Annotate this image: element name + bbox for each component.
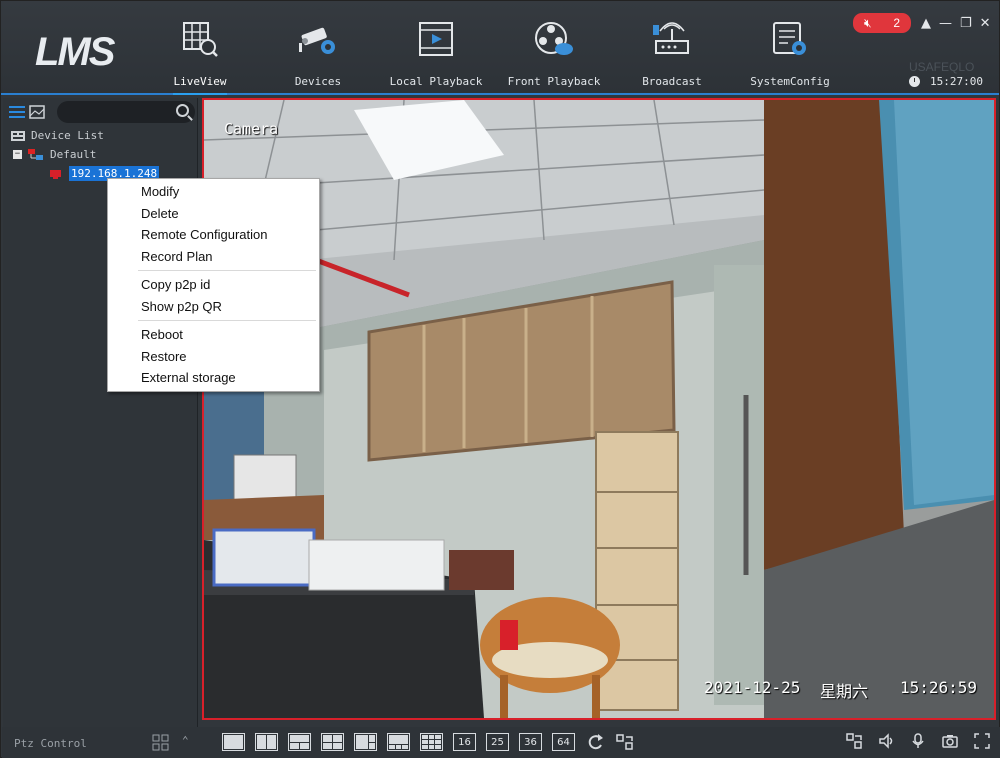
mute-icon: 🔇︎ [863, 15, 872, 30]
app-logo: LMS [35, 29, 115, 74]
restore-icon[interactable]: ❐ [960, 16, 972, 31]
refresh-icon[interactable] [585, 733, 605, 751]
layout-36-button[interactable]: 36 [519, 733, 542, 751]
speaker-icon[interactable] [878, 733, 894, 749]
layout-1-icon[interactable] [222, 733, 245, 751]
menu-show-p2p-qr[interactable]: Show p2p QR [108, 296, 319, 318]
app-window: LMS LiveView Devices Local Playback Fron… [0, 0, 1000, 758]
device-list-icon [11, 130, 25, 141]
config-gear-icon [768, 17, 812, 61]
snapshot-camera-icon[interactable] [942, 733, 958, 749]
nav-local-playback[interactable]: Local Playback [377, 17, 495, 93]
menu-record-plan[interactable]: Record Plan [108, 246, 319, 268]
osd-weekday: 星期六 [820, 682, 869, 701]
layout-2-icon[interactable] [255, 733, 278, 751]
nav-liveview-label: LiveView [173, 75, 227, 88]
osd-date: 2021-12-25 [704, 678, 801, 697]
menu-reboot[interactable]: Reboot [108, 324, 319, 346]
video-pane[interactable]: Camera 2021-12-25 星期六 15:26:59 [202, 98, 996, 720]
nav-broadcast-label: Broadcast [642, 75, 702, 88]
radio-tower-icon [650, 17, 694, 61]
clock-icon [909, 76, 920, 87]
nav-systemconfig[interactable]: SystemConfig [731, 17, 849, 93]
menu-remote-configuration[interactable]: Remote Configuration [108, 224, 319, 246]
layout-9-icon[interactable] [420, 733, 443, 751]
map-view-icon[interactable] [29, 105, 45, 119]
swap-layout-icon[interactable] [615, 733, 635, 751]
layout-8-icon[interactable] [387, 733, 410, 751]
layout-64-button[interactable]: 64 [552, 733, 575, 751]
menu-external-storage[interactable]: External storage [108, 367, 319, 389]
nav-liveview[interactable]: LiveView [141, 17, 259, 95]
sidebar-header [3, 98, 197, 126]
menu-restore[interactable]: Restore [108, 346, 319, 368]
collapse-icon[interactable]: − [13, 150, 22, 159]
nav-front-playback-label: Front Playback [507, 75, 601, 88]
layout-selector: 16 25 36 64 [222, 733, 635, 751]
right-tools [846, 733, 990, 749]
ptz-grid-icon[interactable] [152, 734, 170, 752]
stream-switch-icon[interactable] [846, 733, 862, 749]
nav-systemconfig-label: SystemConfig [750, 75, 830, 88]
expand-up-icon[interactable]: ⌃ [182, 734, 189, 747]
top-bar: LMS LiveView Devices Local Playback Fron… [1, 1, 999, 95]
tree-root-label: Device List [31, 129, 104, 142]
device-tree: Device List − Default 192.168.1.248 [3, 126, 197, 183]
layout-16-button[interactable]: 16 [453, 733, 476, 751]
menu-delete[interactable]: Delete [108, 203, 319, 225]
reel-cloud-icon [532, 17, 576, 61]
osd-camera-name: Camera [224, 120, 279, 138]
device-context-menu: Modify Delete Remote Configuration Recor… [107, 178, 320, 392]
close-icon[interactable]: ✕ [980, 16, 991, 31]
nav-broadcast[interactable]: Broadcast [613, 17, 731, 93]
device-search-input[interactable] [57, 101, 195, 123]
alarm-badge[interactable]: 🔇︎ 2 [853, 13, 911, 33]
ptz-control-label[interactable]: Ptz Control [14, 737, 87, 750]
tree-group-label: Default [50, 148, 97, 161]
layout-4-icon[interactable] [321, 733, 344, 751]
microphone-icon[interactable] [910, 733, 926, 749]
nav-devices[interactable]: Devices [259, 17, 377, 93]
clock-time: 15:27:00 [930, 75, 983, 88]
menu-separator [138, 270, 316, 271]
nav-front-playback[interactable]: Front Playback [495, 17, 613, 93]
bottom-toolbar: Ptz Control ⌃ 16 25 36 64 [2, 727, 1000, 758]
group-icon [28, 148, 43, 160]
osd-time: 15:26:59 [900, 678, 978, 697]
layout-25-button[interactable]: 25 [486, 733, 509, 751]
layout-6-icon[interactable] [354, 733, 377, 751]
camera-gear-icon [296, 17, 340, 61]
minimize-icon[interactable]: — [939, 16, 952, 31]
camera-feed-image [204, 100, 994, 718]
search-icon[interactable] [176, 104, 189, 117]
tree-group-default[interactable]: − Default [11, 145, 197, 164]
watermark-text: USAFEQLO [909, 60, 975, 74]
alarm-count: 2 [893, 16, 901, 30]
system-clock: 15:27:00 [909, 75, 983, 88]
main-nav: LiveView Devices Local Playback Front Pl… [141, 17, 849, 95]
window-controls: ▲ — ❐ ✕ [921, 16, 991, 31]
user-icon[interactable]: ▲ [921, 16, 931, 31]
menu-copy-p2p-id[interactable]: Copy p2p id [108, 274, 319, 296]
list-view-icon[interactable] [9, 105, 25, 119]
grid-search-icon [178, 17, 222, 61]
camera-offline-icon [50, 169, 61, 179]
layout-3-icon[interactable] [288, 733, 311, 751]
tree-root[interactable]: Device List [11, 126, 197, 145]
fullscreen-icon[interactable] [974, 733, 990, 749]
menu-separator [138, 320, 316, 321]
film-play-icon [414, 17, 458, 61]
nav-devices-label: Devices [294, 75, 342, 88]
nav-local-playback-label: Local Playback [389, 75, 483, 88]
menu-modify[interactable]: Modify [108, 181, 319, 203]
